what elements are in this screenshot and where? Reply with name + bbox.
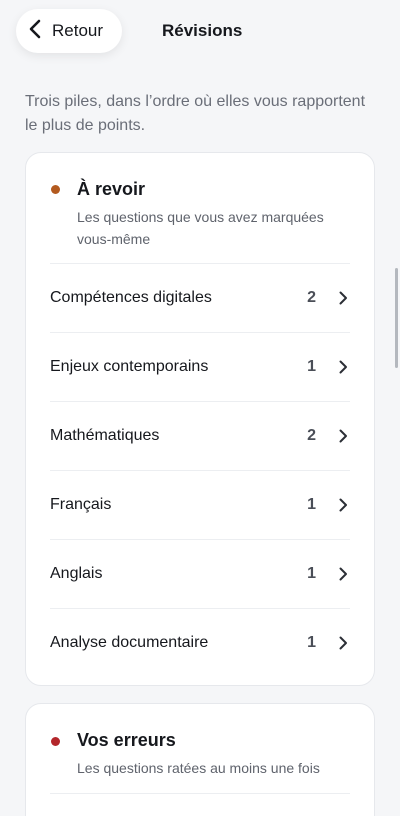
chevron-right-icon — [338, 291, 348, 305]
item-count: 2 — [307, 289, 316, 306]
chevron-right-icon — [338, 636, 348, 650]
section-vos-erreurs: Vos erreurs Les questions ratées au moin… — [25, 703, 375, 816]
status-dot — [51, 185, 60, 194]
item-count: 1 — [307, 358, 316, 375]
item-label: Analyse documentaire — [50, 634, 209, 651]
item-label: Mathématiques — [50, 427, 160, 444]
scrollbar[interactable] — [395, 268, 398, 368]
item-label: Compétences digitales — [50, 289, 212, 306]
item-count: 1 — [307, 565, 316, 582]
section-a-revoir: À revoir Les questions que vous avez mar… — [25, 152, 375, 686]
item-count: 1 — [307, 634, 316, 651]
list-item[interactable]: Compétences digitales 2 — [50, 263, 350, 332]
item-count: 1 — [307, 496, 316, 513]
section-title: À revoir — [77, 179, 146, 199]
list-item[interactable]: Français 1 — [50, 470, 350, 539]
chevron-right-icon — [338, 567, 348, 581]
revisions-screen: Retour Révisions Trois piles, dans l’ord… — [0, 0, 400, 816]
back-button[interactable]: Retour — [16, 9, 122, 53]
back-label: Retour — [52, 21, 104, 40]
list-item[interactable]: Anglais 1 — [50, 539, 350, 608]
item-label: Anglais — [50, 565, 103, 582]
list-item[interactable]: Enjeux contemporains 1 — [50, 332, 350, 401]
section-header: À revoir Les questions que vous avez mar… — [26, 153, 374, 263]
divider — [50, 793, 350, 794]
item-label: Enjeux contemporains — [50, 358, 209, 375]
section-subtitle: Les questions ratées au moins une fois — [77, 760, 320, 776]
page-title: Révisions — [162, 21, 243, 40]
list-item[interactable]: Mathématiques 2 — [50, 401, 350, 470]
section-title: Vos erreurs — [77, 730, 176, 750]
item-label: Français — [50, 496, 112, 513]
top-bar: Retour Révisions — [0, 0, 400, 64]
status-dot — [51, 737, 60, 746]
intro-text: Trois piles, dans l’ordre où elles vous … — [25, 93, 366, 134]
item-count: 2 — [307, 427, 316, 444]
subject-list: Compétences digitales 2 Enjeux contempor… — [50, 263, 350, 677]
section-subtitle: Les questions que vous avez marquées vou… — [77, 209, 324, 247]
chevron-right-icon — [338, 498, 348, 512]
chevron-right-icon — [338, 360, 348, 374]
chevron-left-icon — [28, 19, 44, 44]
list-item[interactable]: Analyse documentaire 1 — [50, 608, 350, 677]
chevron-right-icon — [338, 429, 348, 443]
